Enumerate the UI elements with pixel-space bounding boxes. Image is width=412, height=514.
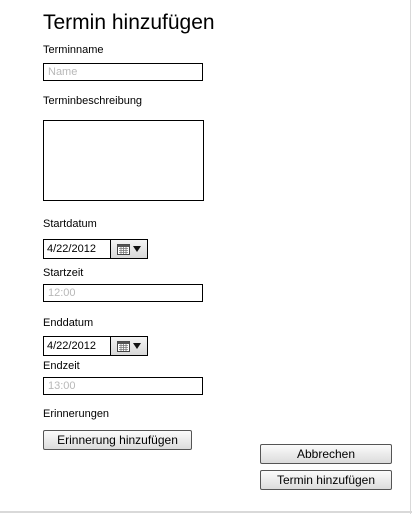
start-time-input[interactable] <box>43 284 203 302</box>
chevron-down-icon <box>133 343 141 349</box>
add-appointment-button[interactable]: Termin hinzufügen <box>260 470 392 490</box>
appointment-description-textarea[interactable] <box>43 120 204 201</box>
appointment-name-label: Terminname <box>43 44 104 56</box>
appointment-name-input[interactable] <box>43 63 203 81</box>
window-border-right <box>410 0 411 514</box>
start-date-picker[interactable]: 4/22/2012 <box>43 239 148 259</box>
calendar-icon <box>117 341 130 352</box>
cancel-button[interactable]: Abbrechen <box>260 444 392 464</box>
end-date-label: Enddatum <box>43 317 94 329</box>
end-date-picker[interactable]: 4/22/2012 <box>43 336 148 356</box>
window-border-bottom <box>0 511 412 513</box>
reminders-label: Erinnerungen <box>43 408 110 420</box>
start-time-label: Startzeit <box>43 267 84 279</box>
calendar-icon <box>117 244 130 255</box>
page-title: Termin hinzufügen <box>43 11 215 34</box>
chevron-down-icon <box>133 246 141 252</box>
start-date-dropdown-button[interactable] <box>110 240 147 258</box>
end-time-label: Endzeit <box>43 360 80 372</box>
end-time-input[interactable] <box>43 377 203 395</box>
appointment-description-label: Terminbeschreibung <box>43 95 143 107</box>
start-date-value[interactable]: 4/22/2012 <box>44 240 110 258</box>
start-date-label: Startdatum <box>43 218 97 230</box>
end-date-dropdown-button[interactable] <box>110 337 147 355</box>
add-reminder-button[interactable]: Erinnerung hinzufügen <box>43 430 192 450</box>
end-date-value[interactable]: 4/22/2012 <box>44 337 110 355</box>
